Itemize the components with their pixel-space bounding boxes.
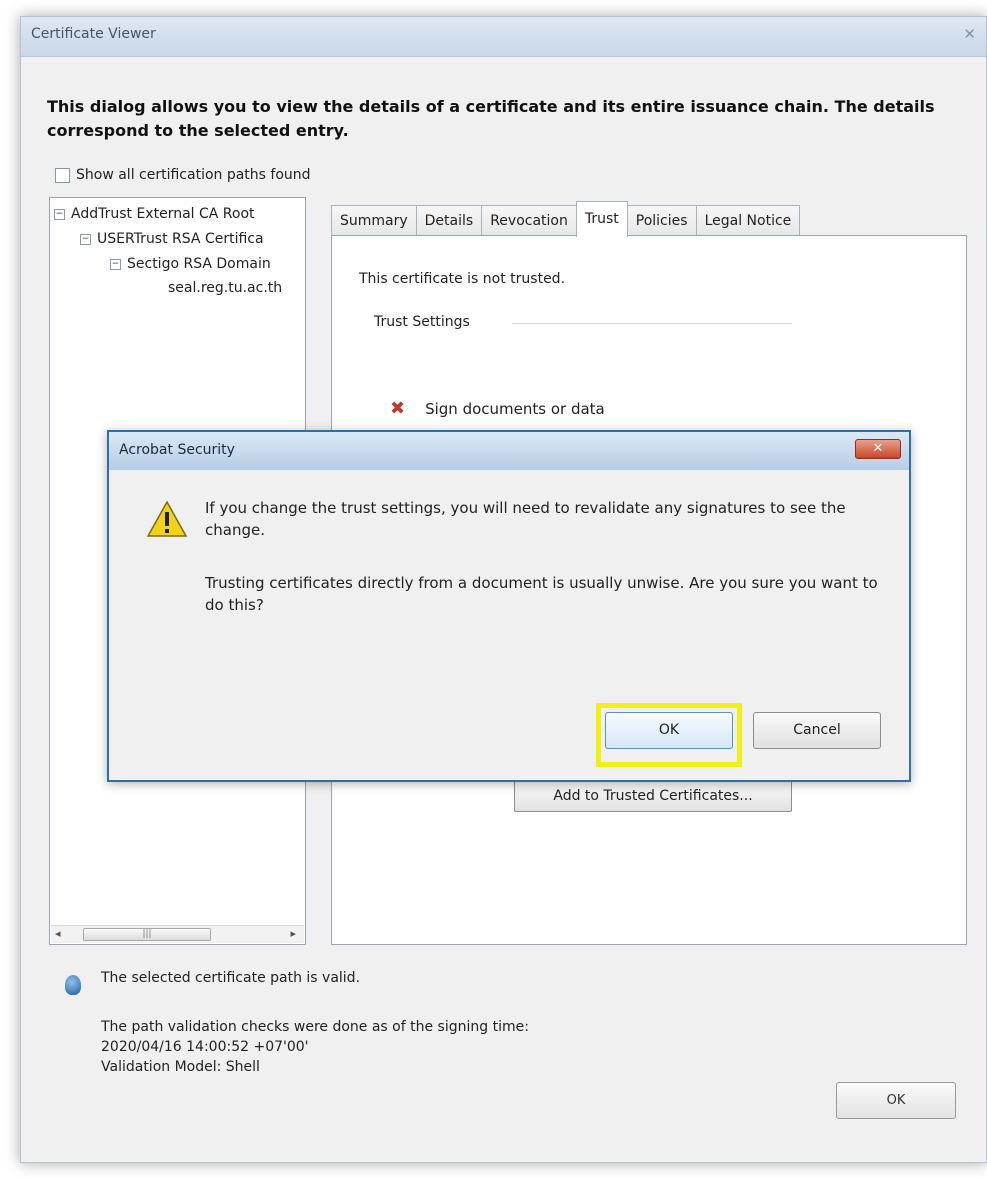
- path-valid-text: The selected certificate path is valid.: [101, 970, 361, 986]
- collapse-icon[interactable]: −: [110, 258, 121, 270]
- info-icon: [65, 975, 81, 995]
- tree-item-label: Sectigo RSA Domain: [127, 256, 271, 272]
- scroll-thumb[interactable]: |||: [83, 928, 211, 941]
- dialog-title: Acrobat Security: [119, 442, 235, 458]
- tree-item-root[interactable]: − AddTrust External CA Root: [54, 206, 255, 222]
- dialog-titlebar: Acrobat Security ✕: [109, 432, 909, 470]
- divider: [512, 323, 792, 324]
- tree-item-intermediate[interactable]: − USERTrust RSA Certifica: [80, 231, 264, 247]
- tab-policies[interactable]: Policies: [626, 205, 697, 237]
- tree-item-leaf[interactable]: seal.reg.tu.ac.th: [168, 280, 282, 296]
- warning-icon: [146, 500, 188, 537]
- tree-item-label: seal.reg.tu.ac.th: [168, 280, 283, 296]
- collapse-icon[interactable]: −: [54, 208, 65, 220]
- certificate-viewer-titlebar: Certificate Viewer ✕: [21, 17, 986, 57]
- tree-item-issuer[interactable]: − Sectigo RSA Domain: [110, 256, 271, 272]
- tab-details[interactable]: Details: [415, 205, 483, 237]
- tab-revocation[interactable]: Revocation: [481, 205, 577, 237]
- add-to-trusted-button[interactable]: Add to Trusted Certificates...: [514, 780, 792, 812]
- tab-legal-notice[interactable]: Legal Notice: [695, 205, 801, 237]
- acrobat-security-dialog: Acrobat Security ✕ If you change the tru…: [107, 430, 911, 782]
- collapse-icon[interactable]: −: [80, 233, 91, 245]
- dialog-message-unwise: Trusting certificates directly from a do…: [205, 574, 878, 614]
- scroll-left-icon[interactable]: ◂: [55, 927, 61, 940]
- validation-model: Validation Model: Shell: [101, 1059, 260, 1075]
- show-all-paths-label: Show all certification paths found: [76, 167, 311, 183]
- tree-item-label: AddTrust External CA Root: [71, 206, 255, 222]
- trust-settings-heading: Trust Settings: [374, 314, 470, 330]
- tab-bar: Summary Details Revocation Trust Policie…: [331, 201, 801, 237]
- signing-timestamp: 2020/04/16 14:00:52 +07'00': [101, 1039, 309, 1055]
- trust-status-text: This certificate is not trusted.: [359, 271, 566, 287]
- dialog-ok-button[interactable]: OK: [605, 712, 733, 749]
- dialog-message-revalidate: If you change the trust settings, you wi…: [205, 499, 846, 539]
- window-title: Certificate Viewer: [31, 26, 156, 42]
- checkbox-box[interactable]: [55, 167, 70, 183]
- intro-text: This dialog allows you to view the detai…: [47, 97, 935, 140]
- horizontal-scrollbar[interactable]: ◂ ||| ▸: [51, 925, 304, 943]
- scroll-right-icon[interactable]: ▸: [290, 927, 296, 940]
- validation-details: The path validation checks were done as …: [101, 1017, 529, 1077]
- close-icon[interactable]: ✕: [963, 25, 976, 43]
- dialog-cancel-button[interactable]: Cancel: [753, 712, 881, 749]
- tab-summary[interactable]: Summary: [331, 205, 417, 237]
- close-icon[interactable]: ✕: [855, 439, 901, 459]
- show-all-paths-checkbox[interactable]: Show all certification paths found: [55, 167, 311, 183]
- trust-item-sign-documents: ✖ Sign documents or data: [390, 398, 605, 419]
- tab-trust[interactable]: Trust: [575, 201, 628, 237]
- x-icon: ✖: [390, 398, 406, 419]
- tree-item-label: USERTrust RSA Certifica: [97, 231, 264, 247]
- validation-checks-text: The path validation checks were done as …: [101, 1019, 529, 1035]
- viewer-ok-button[interactable]: OK: [836, 1082, 956, 1119]
- trust-item-label: Sign documents or data: [425, 399, 605, 418]
